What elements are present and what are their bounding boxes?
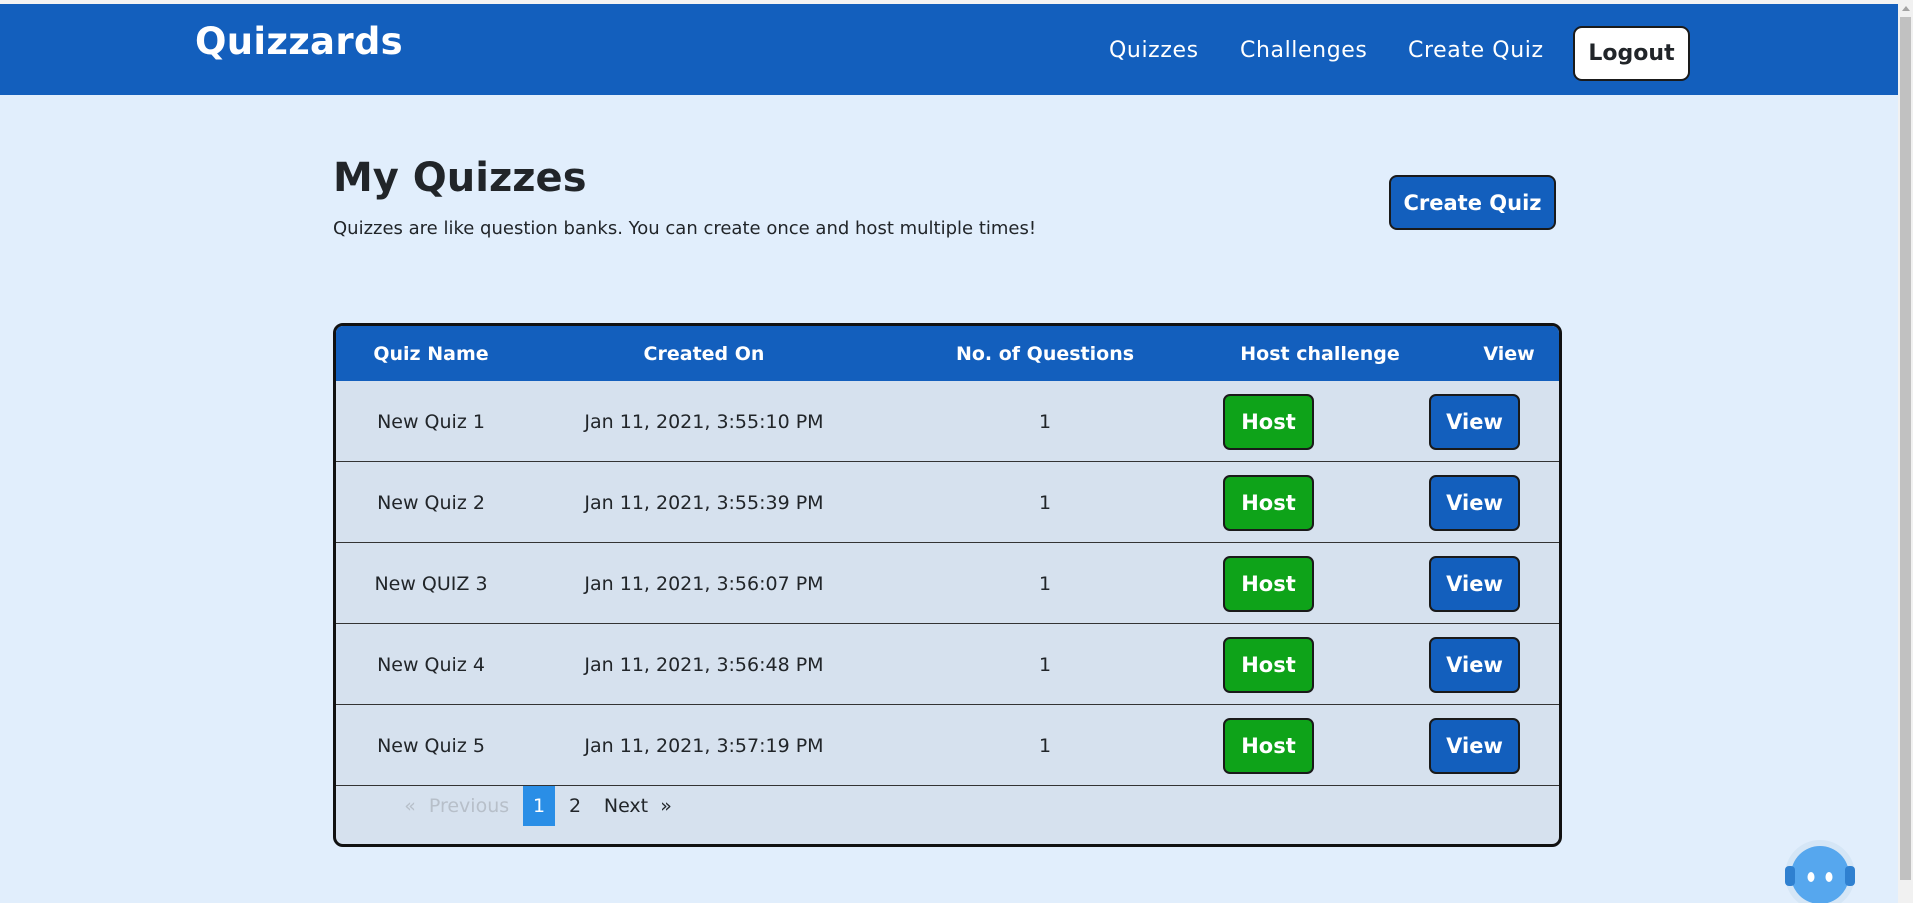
scroll-up-arrow-icon[interactable] [1902,6,1910,11]
cell-questions: 1 [1038,491,1052,514]
cell-quiz-name: New QUIZ 3 [374,572,488,595]
cell-questions: 1 [1038,734,1052,757]
page-subtitle: Quizzes are like question banks. You can… [333,218,1037,239]
page-link-2[interactable]: 2 [559,786,591,826]
page-link-1[interactable]: 1 [523,786,555,826]
host-button[interactable]: Host [1223,475,1314,531]
host-button[interactable]: Host [1223,637,1314,693]
table-header: Quiz Name Created On No. of Questions Ho… [336,326,1559,381]
pagination: « Previous 1 2 Next » [336,786,1559,826]
table-row: New QUIZ 3 Jan 11, 2021, 3:56:07 PM 1 Ho… [336,543,1559,624]
view-button[interactable]: View [1429,637,1520,693]
column-header-created-on: Created On [643,342,765,365]
nav-link-quizzes[interactable]: Quizzes [1109,38,1199,63]
page-title: My Quizzes [333,155,587,201]
quizzes-table: Quiz Name Created On No. of Questions Ho… [333,323,1562,847]
cell-quiz-name: New Quiz 1 [377,410,485,433]
table-row: New Quiz 4 Jan 11, 2021, 3:56:48 PM 1 Ho… [336,624,1559,705]
create-quiz-button[interactable]: Create Quiz [1389,175,1556,230]
table-row: New Quiz 2 Jan 11, 2021, 3:55:39 PM 1 Ho… [336,462,1559,543]
brand-logo[interactable]: Quizzards [195,20,403,63]
cell-questions: 1 [1038,653,1052,676]
cell-questions: 1 [1038,572,1052,595]
view-button[interactable]: View [1429,475,1520,531]
nav-link-challenges[interactable]: Challenges [1240,38,1367,63]
cell-created-on: Jan 11, 2021, 3:55:10 PM [584,410,824,433]
previous-chevron-icon: « [404,795,416,817]
next-chevron-icon[interactable]: » [654,786,678,826]
cell-questions: 1 [1038,410,1052,433]
view-button[interactable]: View [1429,718,1520,774]
table-row: New Quiz 1 Jan 11, 2021, 3:55:10 PM 1 Ho… [336,381,1559,462]
cell-quiz-name: New Quiz 4 [377,653,485,676]
next-page-link[interactable]: Next [598,786,654,826]
column-header-view: View [1483,342,1535,365]
cell-created-on: Jan 11, 2021, 3:56:48 PM [584,653,824,676]
cell-quiz-name: New Quiz 2 [377,491,485,514]
nav-link-create-quiz[interactable]: Create Quiz [1408,38,1544,63]
column-header-quiz-name: Quiz Name [373,342,489,365]
cell-created-on: Jan 11, 2021, 3:55:39 PM [584,491,824,514]
cell-created-on: Jan 11, 2021, 3:56:07 PM [584,572,824,595]
host-button[interactable]: Host [1223,556,1314,612]
logout-button[interactable]: Logout [1573,26,1690,81]
table-row: New Quiz 5 Jan 11, 2021, 3:57:19 PM 1 Ho… [336,705,1559,786]
view-button[interactable]: View [1429,556,1520,612]
scrollbar-thumb[interactable] [1900,17,1911,880]
chatbot-icon-graphic [1785,840,1855,903]
host-button[interactable]: Host [1223,394,1314,450]
column-header-questions: No. of Questions [955,342,1135,365]
previous-page-link: Previous [428,795,510,817]
navbar: Quizzards Quizzes Challenges Create Quiz… [0,4,1898,95]
chatbot-icon[interactable] [1783,838,1857,903]
view-button[interactable]: View [1429,394,1520,450]
cell-created-on: Jan 11, 2021, 3:57:19 PM [584,734,824,757]
cell-quiz-name: New Quiz 5 [377,734,485,757]
column-header-host: Host challenge [1240,342,1400,365]
host-button[interactable]: Host [1223,718,1314,774]
